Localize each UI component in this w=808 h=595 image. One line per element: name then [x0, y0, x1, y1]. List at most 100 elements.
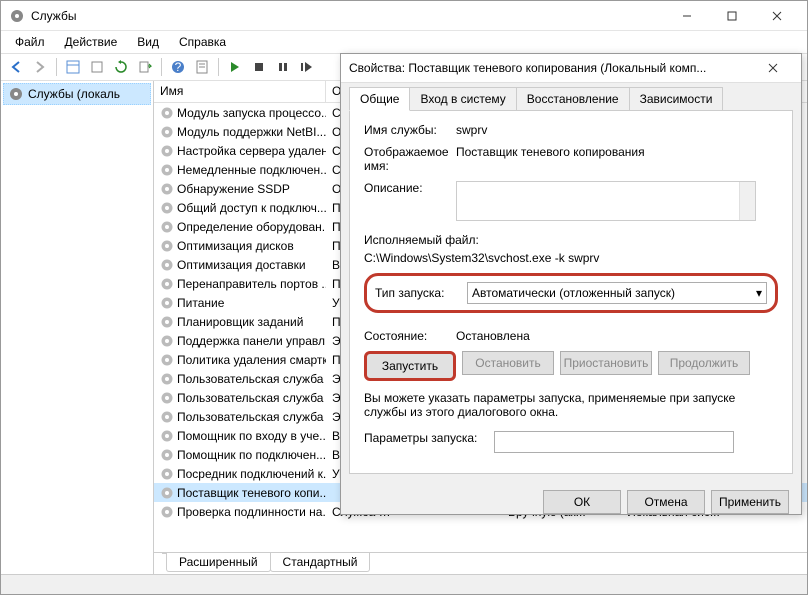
service-name: Оптимизация дисков: [177, 239, 294, 253]
tab-standard[interactable]: Стандартный: [270, 553, 371, 572]
window-title: Службы: [31, 9, 664, 23]
label-description: Описание:: [364, 181, 456, 195]
label-state: Состояние:: [364, 329, 456, 343]
label-exe-path: Исполняемый файл:: [364, 233, 479, 247]
label-service-name: Имя службы:: [364, 123, 456, 137]
ok-button[interactable]: ОК: [543, 490, 621, 514]
gear-icon: [160, 258, 174, 272]
service-name: Модуль поддержки NetBI...: [177, 125, 326, 139]
service-name: Обнаружение SSDP: [177, 182, 290, 196]
gear-icon: [160, 220, 174, 234]
gear-icon: [160, 448, 174, 462]
tab-extended[interactable]: Расширенный: [166, 553, 271, 572]
start-params-input[interactable]: [494, 431, 734, 453]
window-controls: [664, 2, 799, 30]
properties2-icon[interactable]: [191, 56, 213, 78]
pause-icon[interactable]: [272, 56, 294, 78]
gear-icon: [160, 486, 174, 500]
tab-general[interactable]: Общие: [349, 87, 410, 111]
services-icon: [9, 8, 25, 24]
gear-icon: [160, 372, 174, 386]
view-tabs: Расширенный Стандартный: [154, 552, 807, 574]
service-name: Посредник подключений к...: [177, 467, 326, 481]
service-name: Перенаправитель портов ...: [177, 277, 326, 291]
menu-file[interactable]: Файл: [5, 33, 55, 51]
tab-logon[interactable]: Вход в систему: [409, 87, 516, 111]
gear-icon: [160, 106, 174, 120]
resume-button[interactable]: Продолжить: [658, 351, 750, 375]
service-name: Определение оборудован...: [177, 220, 326, 234]
service-name: Общий доступ к подключ...: [177, 201, 326, 215]
gear-icon: [160, 182, 174, 196]
gear-icon: [160, 505, 174, 519]
service-name: Политика удаления смартк...: [177, 353, 326, 367]
dialog-tabs: Общие Вход в систему Восстановление Зави…: [341, 83, 801, 111]
maximize-button[interactable]: [709, 2, 754, 30]
service-name: Немедленные подключен...: [177, 163, 326, 177]
gear-icon: [160, 296, 174, 310]
service-name: Питание: [177, 296, 224, 310]
properties-icon[interactable]: [86, 56, 108, 78]
service-name: Помощник по входу в уче...: [177, 429, 326, 443]
minimize-button[interactable]: [664, 2, 709, 30]
properties-dialog: Свойства: Поставщик теневого копирования…: [340, 53, 802, 515]
dialog-footer: ОК Отмена Применить: [341, 482, 801, 522]
gear-icon: [160, 239, 174, 253]
stop-button[interactable]: Остановить: [462, 351, 554, 375]
main-titlebar: Службы: [1, 1, 807, 31]
menu-help[interactable]: Справка: [169, 33, 236, 51]
close-button[interactable]: [754, 2, 799, 30]
forward-button[interactable]: [29, 56, 51, 78]
value-service-name: swprv: [456, 123, 778, 137]
startup-selected: Автоматически (отложенный запуск): [472, 286, 675, 300]
service-name: Поддержка панели управл...: [177, 334, 326, 348]
description-box[interactable]: [456, 181, 756, 221]
pause-button[interactable]: Приостановить: [560, 351, 652, 375]
dialog-close-button[interactable]: [753, 54, 793, 82]
cancel-button[interactable]: Отмена: [627, 490, 705, 514]
help-icon[interactable]: ?: [167, 56, 189, 78]
export-icon[interactable]: [134, 56, 156, 78]
col-name[interactable]: Имя: [154, 81, 326, 102]
stop-icon[interactable]: [248, 56, 270, 78]
service-name: Помощник по подключен...: [177, 448, 326, 462]
label-display-name: Отображаемое имя:: [364, 145, 456, 173]
startup-type-highlight: Тип запуска: Автоматически (отложенный з…: [364, 273, 778, 313]
scrollbar[interactable]: [739, 182, 755, 220]
gear-icon: [160, 144, 174, 158]
value-state: Остановлена: [456, 329, 778, 343]
service-name: Модуль запуска процессо...: [177, 106, 326, 120]
tab-recovery[interactable]: Восстановление: [516, 87, 630, 111]
service-name: Оптимизация доставки: [177, 258, 306, 272]
services-tree-icon: [8, 86, 24, 102]
dialog-body: Имя службы: swprv Отображаемое имя: Пост…: [349, 110, 793, 474]
value-exe-path: C:\Windows\System32\svchost.exe -k swprv: [364, 251, 599, 265]
back-button[interactable]: [5, 56, 27, 78]
gear-icon: [160, 163, 174, 177]
tab-dependencies[interactable]: Зависимости: [629, 87, 724, 111]
details-icon[interactable]: [62, 56, 84, 78]
menu-view[interactable]: Вид: [127, 33, 169, 51]
service-name: Пользовательская служба ...: [177, 372, 326, 386]
menu-action[interactable]: Действие: [55, 33, 128, 51]
tree-root-services[interactable]: Службы (локаль: [3, 83, 151, 105]
label-startup-type: Тип запуска:: [375, 286, 467, 300]
value-display-name: Поставщик теневого копирования: [456, 145, 778, 159]
restart-icon[interactable]: [296, 56, 318, 78]
dialog-title: Свойства: Поставщик теневого копирования…: [349, 61, 753, 75]
chevron-down-icon: ▾: [756, 286, 762, 300]
gear-icon: [160, 315, 174, 329]
gear-icon: [160, 277, 174, 291]
gear-icon: [160, 467, 174, 481]
gear-icon: [160, 201, 174, 215]
apply-button[interactable]: Применить: [711, 490, 789, 514]
refresh-icon[interactable]: [110, 56, 132, 78]
menubar: Файл Действие Вид Справка: [1, 31, 807, 53]
gear-icon: [160, 391, 174, 405]
gear-icon: [160, 334, 174, 348]
start-icon[interactable]: [224, 56, 246, 78]
service-name: Планировщик заданий: [177, 315, 303, 329]
startup-type-select[interactable]: Автоматически (отложенный запуск) ▾: [467, 282, 767, 304]
start-button[interactable]: Запустить: [364, 351, 456, 381]
statusbar: [1, 574, 807, 594]
